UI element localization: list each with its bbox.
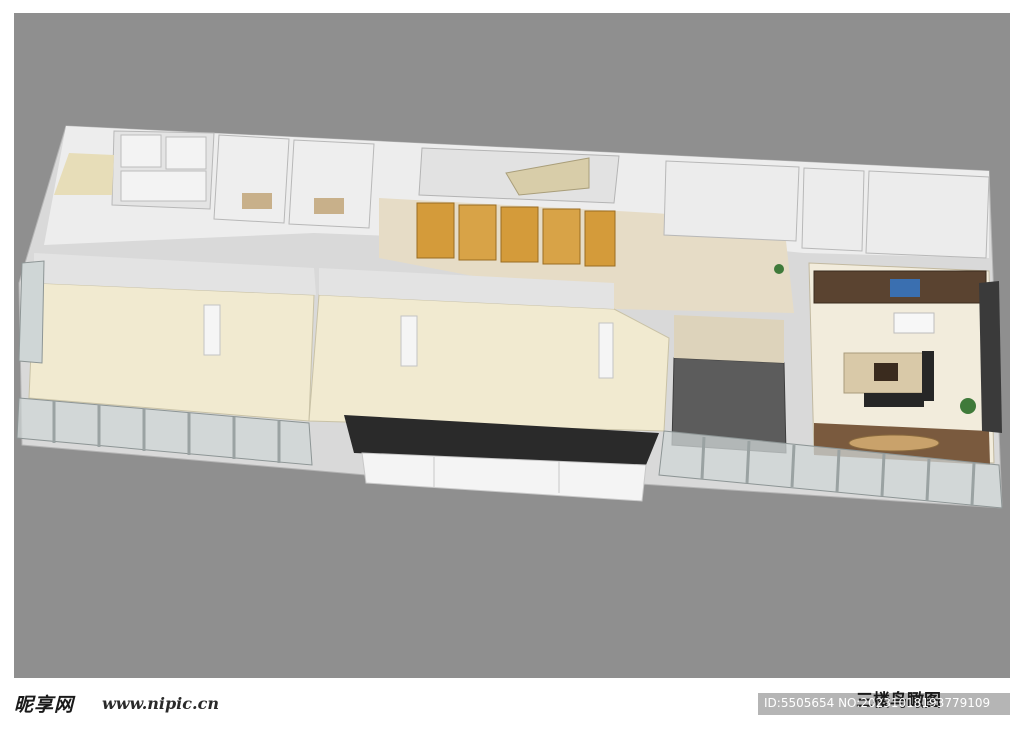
- footer-bar: 昵享网 www.nipic.cn 三楼鸟瞰图 ID:5505654 NO:202…: [0, 680, 1024, 731]
- end-shelving-right: [979, 281, 1002, 433]
- column-middle: [400, 315, 418, 367]
- watermark-id-text: ID:5505654 NO:20231018193779109: [764, 696, 991, 710]
- decor-panel-1: [416, 202, 455, 259]
- column-left: [203, 304, 221, 356]
- sofa-side: [922, 351, 934, 401]
- toilet-stall-3: [120, 170, 207, 202]
- decor-panel-5: [584, 210, 616, 267]
- meeting-table: [893, 312, 935, 334]
- watermark-logo: 昵享网: [14, 694, 75, 716]
- tiled-room-entry: [674, 315, 784, 363]
- end-window-left: [18, 260, 45, 364]
- decor-panel-3: [500, 206, 539, 263]
- plant-1: [960, 398, 976, 414]
- watermark-site-url: www.nipic.cn: [102, 694, 219, 713]
- decor-panel-4: [542, 208, 581, 265]
- sofa-back: [864, 393, 924, 407]
- render-canvas: [14, 13, 1010, 678]
- office-5: [865, 170, 990, 259]
- office-4: [801, 167, 865, 252]
- office-3: [663, 160, 800, 242]
- desk-1: [242, 193, 272, 209]
- office-1: [213, 134, 290, 224]
- reception-desk: [848, 434, 940, 452]
- desk-2: [314, 198, 344, 214]
- decor-panel-2: [458, 204, 497, 261]
- toilet-stall-2: [165, 136, 207, 170]
- coffee-table: [874, 363, 898, 381]
- floor-plan-render: [16, 125, 1003, 509]
- toilet-stall-1: [120, 134, 162, 168]
- plant-2: [774, 264, 784, 274]
- tv-screen: [890, 279, 920, 297]
- column-middle-2: [598, 322, 614, 379]
- office-2: [288, 139, 375, 229]
- open-hall-middle: [308, 294, 670, 432]
- open-hall-left: [28, 282, 315, 422]
